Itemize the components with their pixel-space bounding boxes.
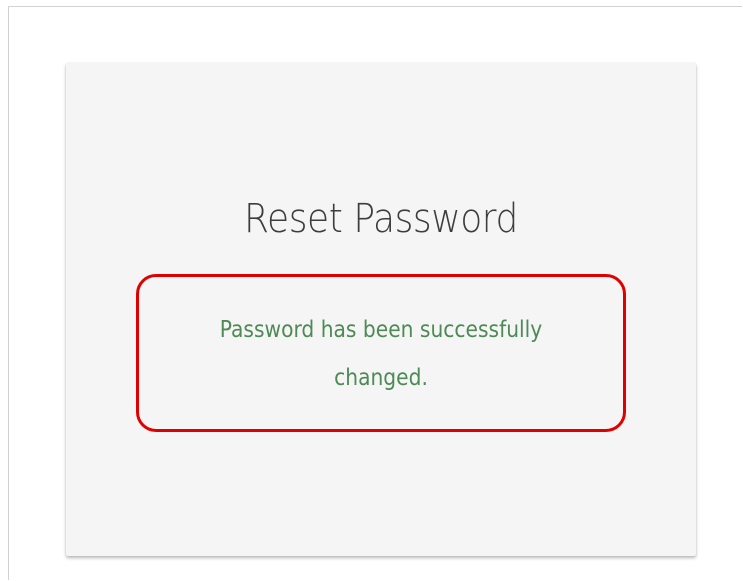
page-title: Reset Password — [244, 196, 518, 242]
success-message-highlight: Password has been successfully changed. — [136, 274, 626, 432]
success-message: Password has been successfully changed. — [219, 317, 543, 391]
